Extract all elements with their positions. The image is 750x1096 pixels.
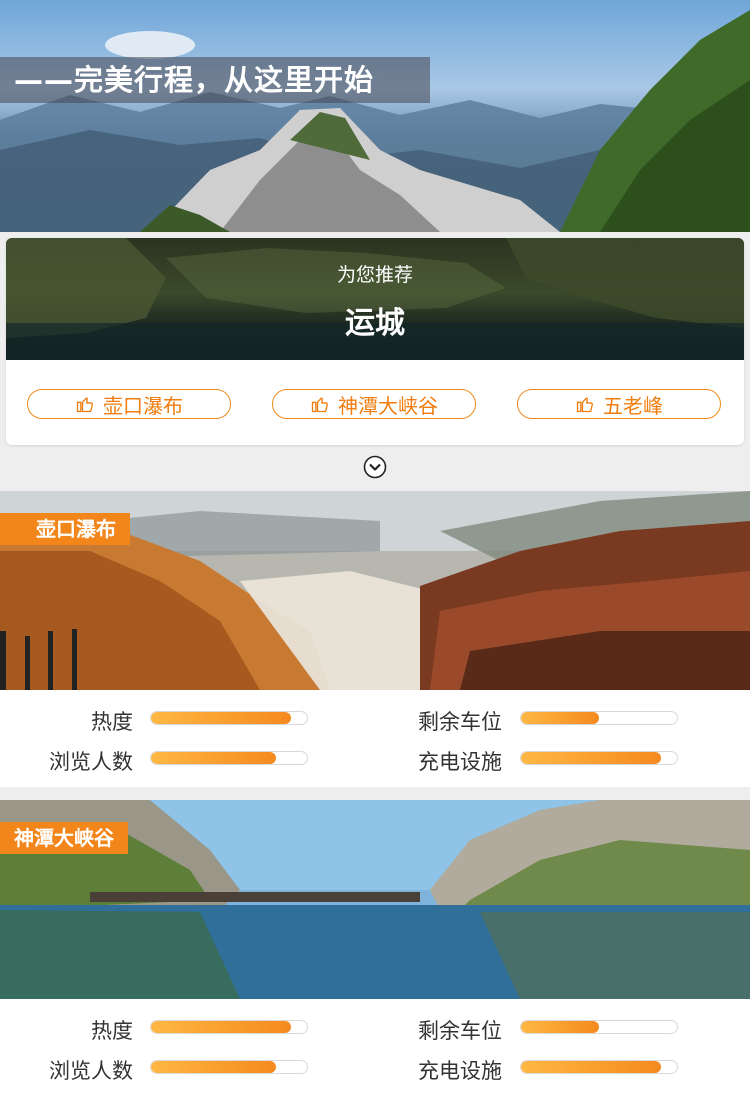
metric-bar-views <box>150 1060 308 1074</box>
metric-label-views: 浏览人数 <box>49 750 133 774</box>
recommend-button-hukou[interactable]: 壶口瀑布 <box>27 389 231 419</box>
recommend-card: 为您推荐 运城 壶口瀑布 神潭大峡谷 五老峰 <box>6 238 744 445</box>
spot-title-tag: 壶口瀑布 <box>0 513 130 545</box>
metric-bar-parking <box>520 1020 678 1034</box>
metric-label-heat: 热度 <box>91 710 133 734</box>
spot-card-shentan[interactable]: 神潭大峡谷 热度 剩余车位 浏览人数 充电设施 <box>0 800 750 1096</box>
metric-bar-charging <box>520 751 678 765</box>
recommend-button-shentan[interactable]: 神潭大峡谷 <box>272 389 476 419</box>
metric-bar-charging <box>520 1060 678 1074</box>
metric-label-charging: 充电设施 <box>418 750 502 774</box>
chevron-down-circle-icon[interactable] <box>363 455 387 479</box>
hero-mountain-scene <box>0 10 750 232</box>
thumbs-up-icon <box>76 397 93 413</box>
recommend-button-label: 神潭大峡谷 <box>338 393 438 418</box>
metric-bar-parking <box>520 711 678 725</box>
metric-bar-heat <box>150 711 308 725</box>
spot-title-tag: 神潭大峡谷 <box>0 822 128 854</box>
hero-banner: ——完美行程，从这里开始 <box>0 57 430 103</box>
thumbs-up-icon <box>576 397 593 413</box>
recommend-button-wulaofeng[interactable]: 五老峰 <box>517 389 721 419</box>
recommend-city: 运城 <box>345 306 405 341</box>
recommend-button-label: 壶口瀑布 <box>103 393 183 418</box>
metric-bar-heat <box>150 1020 308 1034</box>
spot-card-hukou[interactable]: 壶口瀑布 热度 剩余车位 浏览人数 充电设施 <box>0 491 750 787</box>
metric-label-views: 浏览人数 <box>49 1059 133 1083</box>
recommend-subtitle: 为您推荐 <box>336 264 413 286</box>
metric-label-heat: 热度 <box>91 1019 133 1043</box>
metric-label-parking: 剩余车位 <box>418 1019 502 1043</box>
hero-image: ——完美行程，从这里开始 <box>0 0 750 232</box>
thumbs-up-icon <box>311 397 328 413</box>
recommend-button-label: 五老峰 <box>603 393 663 418</box>
metric-label-charging: 充电设施 <box>418 1059 502 1083</box>
hero-banner-text: ——完美行程，从这里开始 <box>14 63 375 97</box>
recommend-photo: 为您推荐 运城 <box>6 238 744 360</box>
metric-bar-views <box>150 751 308 765</box>
metric-label-parking: 剩余车位 <box>418 710 502 734</box>
